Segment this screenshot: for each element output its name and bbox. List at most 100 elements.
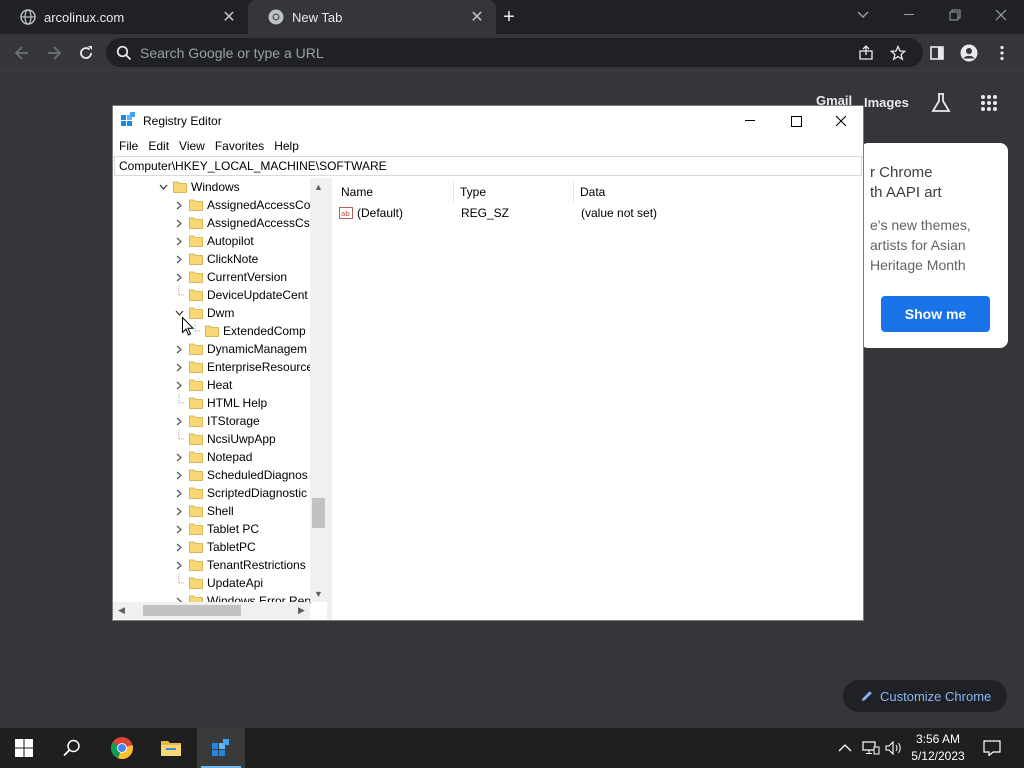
chevron-right-icon[interactable] [173,253,185,265]
show-hidden-icons-icon[interactable] [838,728,852,768]
scroll-thumb[interactable] [143,605,241,616]
new-tab-button[interactable]: + [498,6,520,28]
tree-item[interactable]: CurrentVersion [173,268,287,286]
menu-view[interactable]: View [179,139,205,153]
column-header-type[interactable]: Type [454,182,574,202]
maximize-icon[interactable] [773,106,819,136]
omnibox-input[interactable] [140,44,840,61]
share-icon[interactable] [852,38,880,67]
tree-item[interactable]: ScriptedDiagnostic [173,484,307,502]
tree-horizontal-scrollbar[interactable]: ◀ ▶ [113,602,310,619]
tree-item[interactable]: TabletPC [173,538,256,556]
scroll-thumb[interactable] [312,498,325,528]
chevron-right-icon[interactable] [173,541,185,553]
chevron-right-icon[interactable] [173,487,185,499]
tree-item[interactable]: Autopilot [173,232,254,250]
chevron-right-icon[interactable] [173,451,185,463]
column-header-data[interactable]: Data [574,182,774,202]
tab-arcolinux[interactable]: arcolinux.com ✕ [0,0,248,34]
taskbar-file-explorer[interactable] [147,728,195,768]
promo-card: r Chrome th AAPI art e's new themes, art… [860,143,1008,348]
tree-item[interactable]: Tablet PC [173,520,259,538]
restore-icon[interactable] [932,0,978,30]
tree-item[interactable]: UpdateApi [173,574,263,592]
tree-item[interactable]: Shell [173,502,234,520]
tree-item[interactable]: AssignedAccessCsp [173,214,316,232]
minimize-icon[interactable] [727,106,773,136]
back-arrow-icon[interactable] [9,40,35,66]
menu-file[interactable]: File [119,139,138,153]
tree-item[interactable]: TenantRestrictions [173,556,306,574]
chevron-right-icon[interactable] [173,217,185,229]
network-icon[interactable] [862,728,880,768]
scroll-left-icon[interactable]: ◀ [113,602,130,619]
close-icon[interactable] [978,0,1024,30]
chevron-right-icon[interactable] [173,505,185,517]
customize-chrome-button[interactable]: Customize Chrome [843,680,1007,712]
tree-item[interactable]: HTML Help [173,394,267,412]
reload-icon[interactable] [73,40,99,66]
tab-close-icon[interactable]: ✕ [468,8,486,26]
volume-icon[interactable] [885,728,903,768]
system-clock[interactable]: 3:56 AM 5/12/2023 [905,731,971,765]
tree-item[interactable]: Windows [157,178,240,196]
chevron-down-icon[interactable] [157,181,169,193]
notifications-icon[interactable] [983,728,1001,768]
value-name-cell: ab (Default) [339,206,404,220]
pane-splitter[interactable] [327,178,332,620]
menu-edit[interactable]: Edit [148,139,169,153]
bookmark-star-icon[interactable] [884,38,912,67]
chevron-right-icon[interactable] [173,523,185,535]
scroll-right-icon[interactable]: ▶ [293,602,310,619]
tree-item[interactable]: Notepad [173,448,252,466]
folder-icon [189,577,203,589]
menu-help[interactable]: Help [274,139,299,153]
tree-item[interactable]: Heat [173,376,232,394]
forward-arrow-icon[interactable] [41,40,67,66]
key-tree[interactable]: Windows AssignedAccessCo AssignedAccessCsp… [113,178,326,620]
chevron-right-icon[interactable] [173,343,185,355]
address-bar[interactable]: Computer\HKEY_LOCAL_MACHINE\SOFTWARE [114,156,862,176]
show-me-button[interactable]: Show me [881,296,990,332]
more-menu-icon[interactable] [989,40,1015,66]
chevron-right-icon[interactable] [173,415,185,427]
chevron-right-icon[interactable] [173,235,185,247]
taskbar-chrome[interactable] [98,728,146,768]
tree-item[interactable]: ScheduledDiagnos [173,466,308,484]
chevron-right-icon[interactable] [173,379,185,391]
images-link[interactable]: Images [864,95,909,110]
start-button[interactable] [0,728,48,768]
close-icon[interactable] [818,106,864,136]
tree-item[interactable]: AssignedAccessCo [173,196,310,214]
chevron-right-icon[interactable] [173,199,185,211]
labs-flask-icon[interactable] [930,92,952,119]
tree-item[interactable]: ExtendedComp [189,322,306,340]
chevron-right-icon[interactable] [173,559,185,571]
tree-item[interactable]: ITStorage [173,412,260,430]
chevron-right-icon[interactable] [173,469,185,481]
minimize-icon[interactable] [886,0,932,30]
tree-item[interactable]: ClickNote [173,250,258,268]
tab-close-icon[interactable]: ✕ [220,8,238,26]
column-header-name[interactable]: Name [333,182,454,202]
apps-grid-icon[interactable] [980,94,998,117]
menu-favorites[interactable]: Favorites [215,139,264,153]
tree-item[interactable]: DynamicManagem [173,340,307,358]
taskbar-registry-editor[interactable] [197,728,245,768]
chevron-right-icon[interactable] [173,271,185,283]
tab-new-tab[interactable]: New Tab ✕ [248,0,496,34]
profile-avatar-icon[interactable] [956,40,982,66]
tree-item[interactable]: EnterpriseResource [173,358,313,376]
value-row[interactable]: ab (Default) REG_SZ (value not set) [333,204,853,222]
window-title-bar[interactable]: Registry Editor [113,106,863,136]
tree-vertical-scrollbar[interactable]: ▲ ▼ [310,178,327,602]
side-panel-icon[interactable] [924,40,950,66]
omnibox[interactable] [106,38,923,67]
tab-search-icon[interactable] [840,0,886,30]
chevron-right-icon[interactable] [173,361,185,373]
tree-item[interactable]: NcsiUwpApp [173,430,276,448]
scroll-down-icon[interactable]: ▼ [310,585,327,602]
scroll-up-icon[interactable]: ▲ [310,178,327,195]
tree-item[interactable]: DeviceUpdateCent [173,286,308,304]
search-button[interactable] [48,728,96,768]
